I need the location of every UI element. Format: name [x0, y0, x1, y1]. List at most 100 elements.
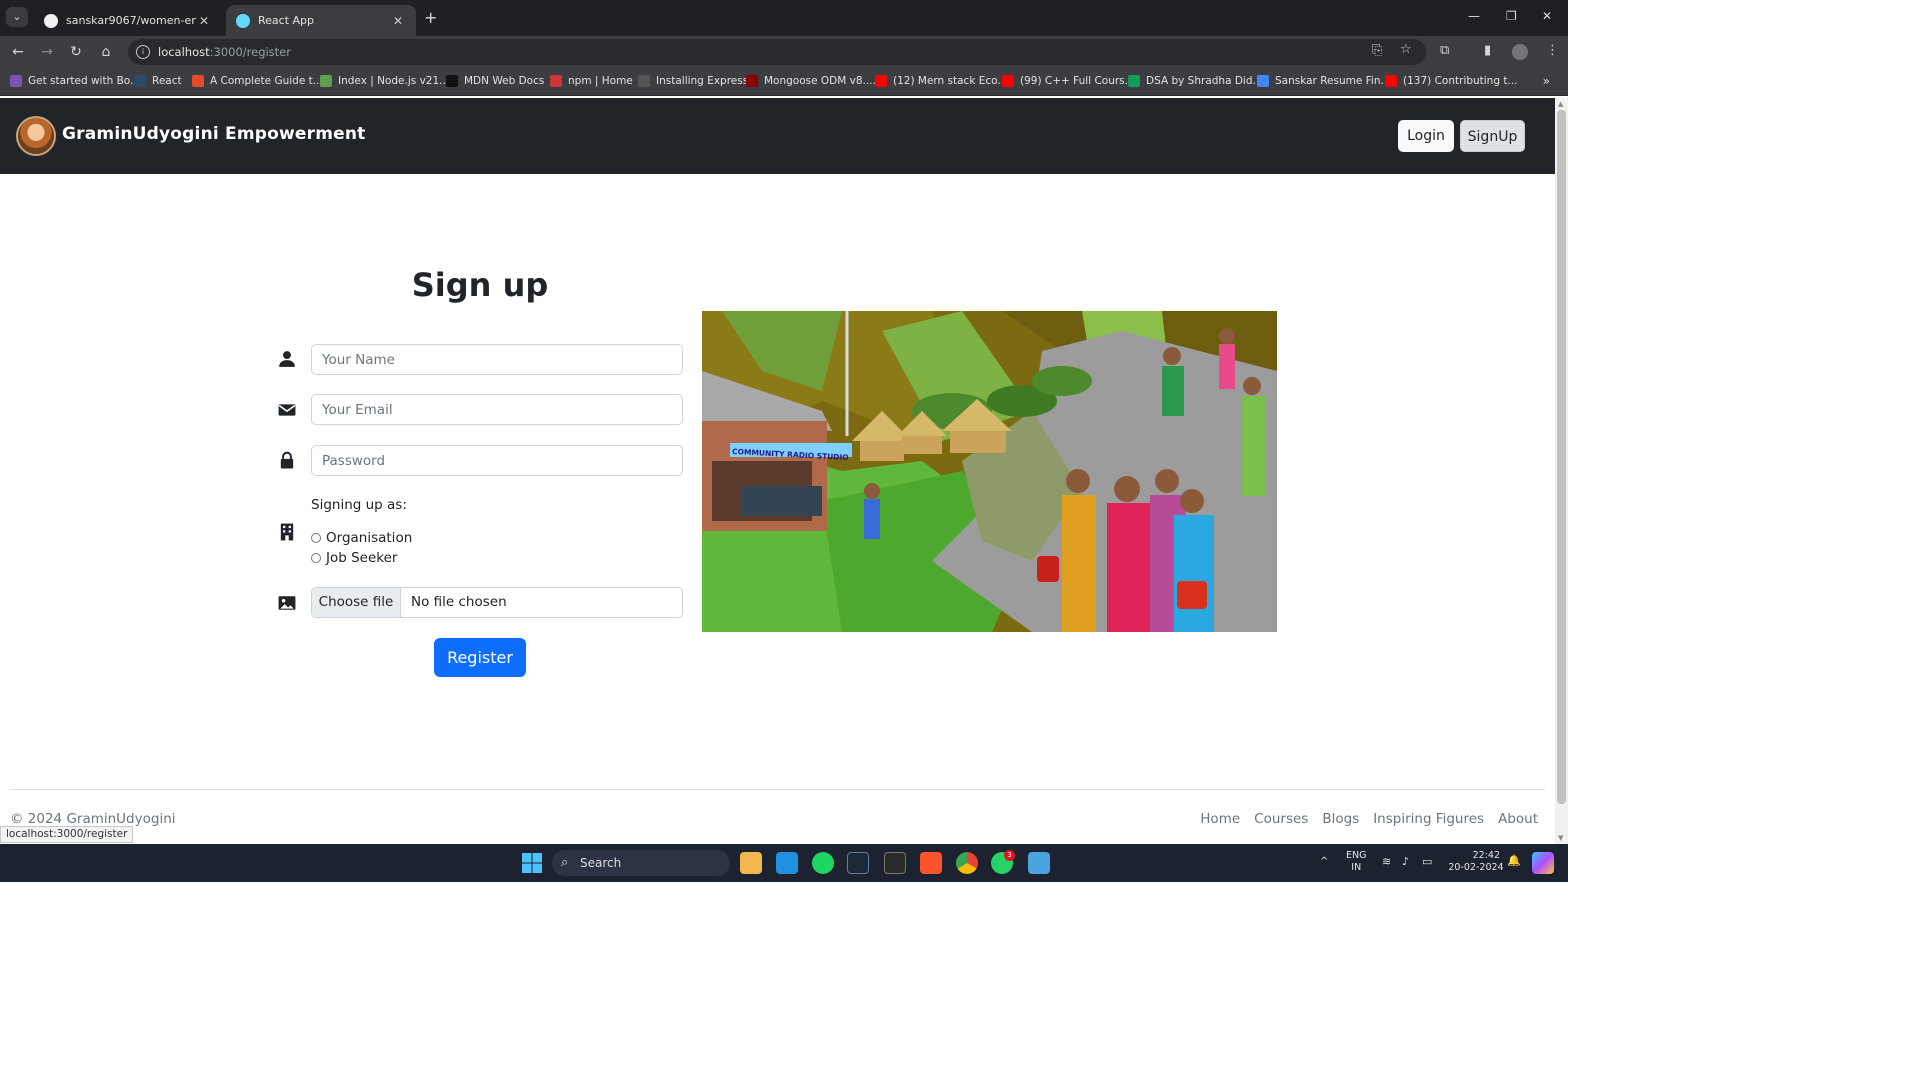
home-icon[interactable]: ⌂ [96, 42, 116, 62]
copilot-icon[interactable] [1532, 852, 1554, 874]
extensions-icon[interactable]: ⧉ [1440, 43, 1449, 58]
scroll-down-icon[interactable]: ▼ [1558, 834, 1563, 842]
tab-close-icon[interactable]: ✕ [196, 14, 212, 28]
volume-icon[interactable]: ♪ [1402, 856, 1409, 868]
user-icon [279, 351, 295, 367]
radio-job-seeker[interactable] [311, 553, 321, 563]
nodejs-icon [320, 75, 332, 87]
bookmark-item[interactable]: Index | Node.js v21.... [320, 75, 453, 87]
tab-react-app[interactable]: React App ✕ [226, 5, 416, 36]
new-tab-button[interactable]: + [424, 8, 437, 27]
bookmark-item[interactable]: DSA by Shradha Did... [1128, 75, 1263, 87]
choose-file-button[interactable]: Choose file [312, 588, 401, 617]
brand-name[interactable]: GraminUdyogini Empowerment [62, 124, 366, 144]
tab-github[interactable]: sanskar9067/women-empowerm ✕ [34, 5, 222, 36]
language-indicator[interactable]: ENG IN [1346, 850, 1366, 874]
name-input[interactable] [311, 344, 683, 375]
signup-illustration: COMMUNITY RADIO STUDIO [702, 311, 1277, 632]
bootstrap-icon [10, 75, 22, 87]
youtube-icon [1002, 75, 1014, 87]
bookmark-item[interactable]: npm | Home [550, 75, 633, 87]
side-panel-icon[interactable]: ▮ [1484, 43, 1491, 58]
brand-logo[interactable] [16, 116, 56, 156]
page-title: Sign up [411, 266, 549, 304]
search-icon: ⌕ [561, 855, 569, 870]
browser-toolbar: ← → ↻ ⌂ i localhost:3000/register ⎘ ☆ ⧉ … [0, 36, 1568, 68]
radio-organisation[interactable] [311, 533, 321, 543]
more-bookmarks-icon[interactable]: » [1543, 74, 1550, 88]
bookmark-item[interactable]: Mongoose ODM v8.... [746, 75, 876, 87]
wifi-icon[interactable]: ≋ [1382, 856, 1391, 868]
chrome-menu-icon[interactable]: ⋮ [1546, 43, 1559, 58]
bookmark-item[interactable]: Installing Express [638, 75, 748, 87]
forward-icon[interactable]: → [37, 42, 57, 62]
file-upload-input[interactable]: Choose file No file chosen [311, 587, 683, 618]
vscode-icon[interactable] [776, 852, 798, 874]
signing-up-as-label: Signing up as: [311, 497, 407, 513]
page-scrollbar[interactable]: ▲ ▼ [1555, 98, 1568, 844]
bookmark-item[interactable]: (12) Mern stack Eco... [875, 75, 1007, 87]
role-organisation-option[interactable]: Organisation [311, 530, 412, 546]
footer-link-inspiring-figures[interactable]: Inspiring Figures [1373, 811, 1484, 827]
bookmark-item[interactable]: MDN Web Docs [446, 75, 544, 87]
footer-link-home[interactable]: Home [1200, 811, 1240, 827]
tab-close-icon[interactable]: ✕ [390, 14, 406, 28]
bookmark-item[interactable]: Sanskar Resume Fin... [1257, 75, 1391, 87]
install-app-icon[interactable]: ⎘ [1372, 43, 1382, 58]
back-icon[interactable]: ← [8, 42, 28, 62]
profile-avatar[interactable] [1512, 44, 1528, 60]
tab-search-chevron-icon[interactable]: ⌄ [6, 7, 28, 27]
close-window-icon[interactable]: ✕ [1542, 9, 1552, 23]
image-icon [278, 596, 296, 610]
bookmark-star-icon[interactable]: ☆ [1400, 42, 1412, 57]
brave-icon[interactable] [920, 852, 942, 874]
bookmark-item[interactable]: A Complete Guide t... [192, 75, 323, 87]
footer-link-about[interactable]: About [1498, 811, 1538, 827]
youtube-icon [1385, 75, 1397, 87]
radio-label: Job Seeker [326, 550, 398, 566]
react-icon [134, 75, 146, 87]
role-job-seeker-option[interactable]: Job Seeker [311, 550, 397, 566]
windows-taskbar: ⌕ Search 3 ^ ENG IN ≋ ♪ ▭ 22:42 20-02-2024… [0, 844, 1568, 882]
sheets-icon [1128, 75, 1140, 87]
footer-link-courses[interactable]: Courses [1254, 811, 1308, 827]
reload-icon[interactable]: ↻ [66, 42, 86, 62]
footer-link-blogs[interactable]: Blogs [1322, 811, 1359, 827]
docs-icon [1257, 75, 1269, 87]
radio-label: Organisation [326, 530, 413, 546]
password-input[interactable] [311, 445, 683, 476]
chrome-icon[interactable] [956, 852, 978, 874]
notion-icon[interactable] [884, 852, 906, 874]
scroll-thumb[interactable] [1557, 110, 1566, 804]
steam-icon[interactable] [847, 852, 869, 874]
spotify-icon[interactable] [812, 852, 834, 874]
battery-icon[interactable]: ▭ [1422, 856, 1432, 868]
lock-icon [280, 451, 294, 469]
notification-bell-icon[interactable]: 🔔 [1507, 855, 1521, 867]
register-button[interactable]: Register [434, 638, 526, 677]
site-info-icon[interactable]: i [136, 45, 150, 59]
login-button[interactable]: Login [1398, 120, 1454, 152]
bookmark-item[interactable]: React [134, 75, 182, 87]
scroll-up-icon[interactable]: ▲ [1558, 100, 1563, 108]
bookmark-item[interactable]: (137) Contributing t... [1385, 75, 1517, 87]
taskbar-search[interactable]: ⌕ Search [552, 850, 730, 876]
bookmark-item[interactable]: (99) C++ Full Cours... [1002, 75, 1135, 87]
windows-start-icon[interactable] [521, 852, 543, 874]
notepad-icon[interactable] [1028, 852, 1050, 874]
envelope-icon [278, 404, 296, 416]
show-hidden-icons-icon[interactable]: ^ [1320, 856, 1328, 868]
email-input[interactable] [311, 394, 683, 425]
clock[interactable]: 22:42 20-02-2024 [1448, 850, 1504, 874]
bookmark-item[interactable]: Get started with Bo... [10, 75, 140, 87]
app-navbar: GraminUdyogini Empowerment Login SignUp [0, 98, 1555, 174]
address-bar[interactable]: i localhost:3000/register ⎘ ☆ [128, 39, 1426, 65]
minimize-icon[interactable]: — [1468, 9, 1480, 23]
microsoft-store-icon[interactable] [740, 852, 762, 874]
npm-icon [550, 75, 562, 87]
signup-button[interactable]: SignUp [1460, 120, 1525, 152]
mongoose-icon [746, 75, 758, 87]
restore-icon[interactable]: ❐ [1506, 9, 1517, 23]
footer-copyright: © 2024 GraminUdyogini [10, 811, 176, 827]
footer-divider [10, 789, 1545, 790]
